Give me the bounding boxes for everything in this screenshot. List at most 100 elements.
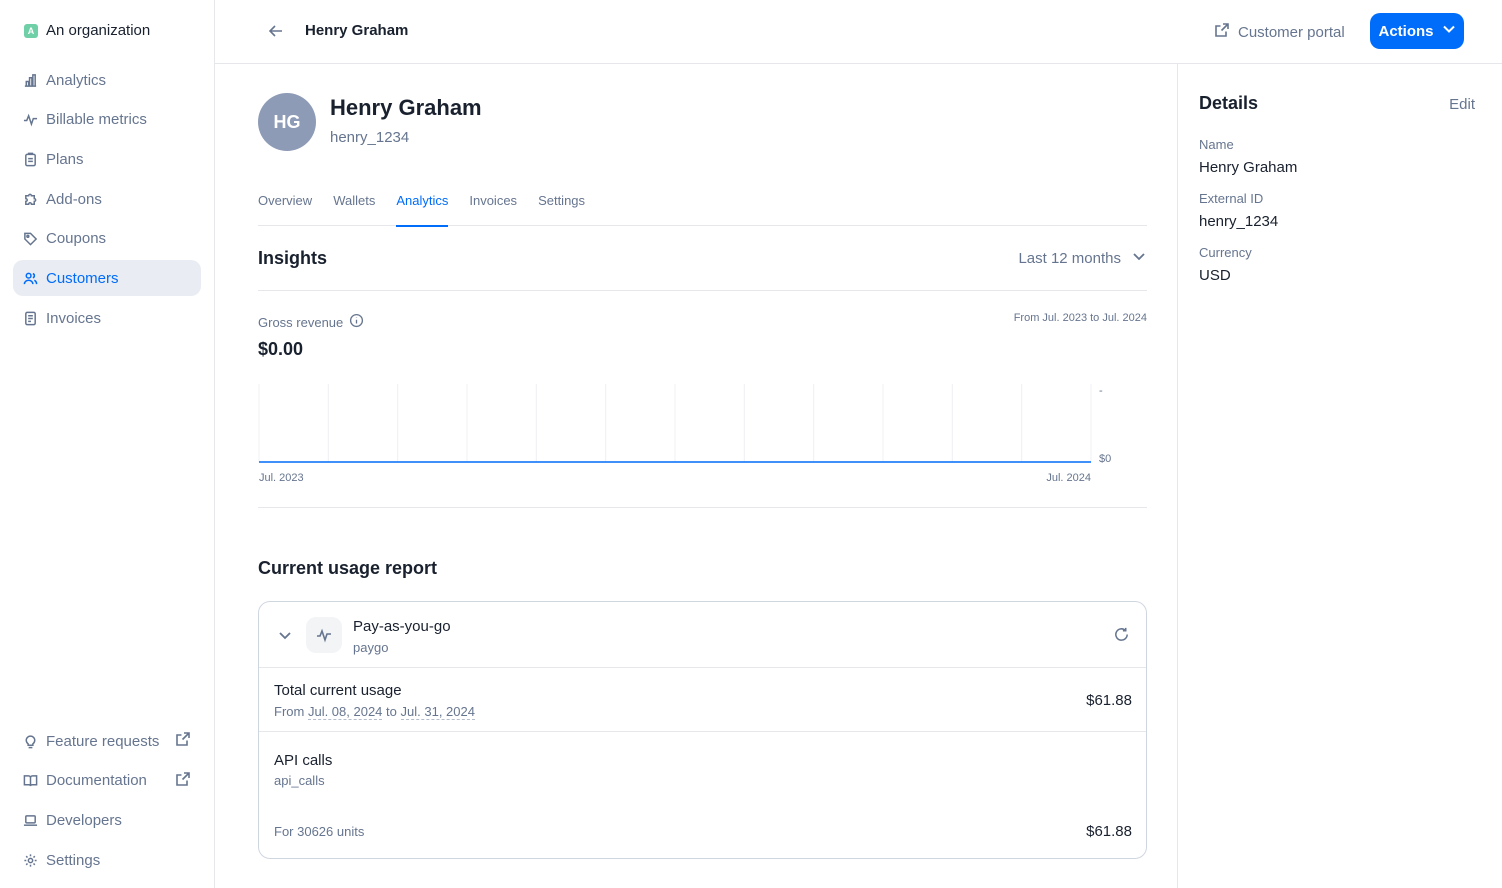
sidebar-item-analytics[interactable]: Analytics (13, 62, 201, 98)
revenue-chart-svg: Jul. 2023 Jul. 2024 - $0 (258, 384, 1111, 484)
sidebar-item-add-ons[interactable]: Add-ons (13, 181, 201, 217)
sidebar-item-invoices[interactable]: Invoices (13, 300, 201, 336)
edit-button[interactable]: Edit (1449, 96, 1475, 113)
bar-chart-icon (23, 73, 38, 88)
actions-button[interactable]: Actions (1370, 13, 1464, 49)
chevron-down-icon (1131, 248, 1147, 268)
external-link-icon (1214, 22, 1230, 42)
refresh-icon[interactable] (1113, 626, 1130, 643)
to-word: to (386, 704, 397, 719)
sidebar-item-label: Coupons (46, 230, 107, 248)
plan-header: Pay-as-you-go paygo (259, 602, 1146, 668)
divider (258, 290, 1147, 291)
gear-icon (23, 853, 38, 868)
detail-value-currency: USD (1199, 267, 1231, 284)
tag-icon (23, 231, 38, 246)
revenue-chart: Jul. 2023 Jul. 2024 - $0 (258, 382, 1147, 487)
external-link-icon (175, 771, 191, 791)
sidebar-item-label: Billable metrics (46, 111, 147, 129)
y-tick-label: $0 (1099, 453, 1111, 465)
document-icon (23, 311, 38, 326)
plan-code: paygo (353, 640, 389, 655)
sidebar-item-documentation[interactable]: Documentation (13, 763, 201, 799)
metric-amount: $61.88 (1086, 823, 1132, 840)
x-tick-label: Jul. 2024 (1046, 472, 1091, 484)
period-selector[interactable]: Last 12 months (1018, 248, 1147, 268)
pulse-icon (23, 112, 38, 127)
page-title: Henry Graham (305, 22, 409, 39)
usage-report-title: Current usage report (258, 558, 438, 578)
sidebar-item-label: Settings (46, 851, 101, 869)
tab-invoices[interactable]: Invoices (469, 190, 517, 226)
organization-name: An organization (46, 22, 151, 39)
book-icon (23, 773, 38, 788)
organization-logo: A (24, 23, 38, 38)
metric-name: API calls (274, 752, 333, 769)
sidebar-item-developers[interactable]: Developers (13, 802, 201, 838)
range-note: From Jul. 2023 to Jul. 2024 (1013, 312, 1147, 324)
laptop-icon (23, 813, 38, 828)
lightbulb-icon (23, 734, 38, 749)
tab-analytics[interactable]: Analytics (396, 190, 449, 227)
detail-label-external-id: External ID (1199, 191, 1264, 206)
sidebar-item-label: Customers (46, 269, 119, 287)
actions-label: Actions (1378, 22, 1434, 40)
sidebar-item-feature-requests[interactable]: Feature requests (13, 723, 201, 759)
back-arrow-icon[interactable] (267, 22, 285, 40)
customer-portal-link[interactable]: Customer portal (1214, 20, 1345, 44)
sidebar-item-coupons[interactable]: Coupons (13, 221, 201, 257)
total-usage-label: Total current usage (274, 682, 402, 699)
main-content: HG Henry Graham henry_1234 Overview Wall… (215, 64, 1177, 888)
total-usage-row: Total current usage From Jul. 08, 2024 t… (259, 668, 1146, 732)
gross-revenue-value: $0.00 (258, 339, 304, 359)
sidebar-item-label: Add-ons (46, 190, 102, 208)
organization-switcher[interactable]: A An organization (24, 22, 150, 39)
usage-card: Pay-as-you-go paygo Total current usage … (258, 601, 1147, 859)
details-panel: Details Edit Name Henry Graham External … (1177, 64, 1502, 888)
gross-revenue-label: Gross revenue (258, 313, 364, 331)
tab-settings[interactable]: Settings (538, 190, 585, 226)
to-date: Jul. 31, 2024 (400, 704, 475, 720)
details-title: Details (1199, 93, 1259, 113)
avatar: HG (258, 93, 316, 151)
chevron-down-icon[interactable] (276, 626, 294, 644)
detail-value-name: Henry Graham (1199, 159, 1298, 176)
sidebar-item-label: Invoices (46, 309, 102, 327)
from-prefix: From (274, 704, 305, 719)
chevron-down-icon (1442, 22, 1456, 40)
detail-label-currency: Currency (1199, 245, 1252, 260)
sidebar-item-label: Analytics (46, 71, 107, 89)
sidebar-item-label: Developers (46, 811, 122, 829)
sidebar: A An organization Analytics Billable met… (0, 0, 215, 888)
sidebar-item-plans[interactable]: Plans (13, 141, 201, 177)
period-label: Last 12 months (1018, 249, 1121, 267)
sidebar-item-settings[interactable]: Settings (13, 842, 201, 878)
total-usage-amount: $61.88 (1086, 692, 1132, 709)
main-nav: Analytics Billable metrics Plans Add-ons… (13, 62, 201, 340)
metric-label-text: Gross revenue (258, 314, 344, 330)
usage-period: From Jul. 08, 2024 to Jul. 31, 2024 (274, 704, 475, 720)
y-tick-label: - (1099, 385, 1103, 397)
x-tick-label: Jul. 2023 (259, 472, 304, 484)
tab-wallets[interactable]: Wallets (333, 190, 375, 226)
external-link-icon (175, 731, 191, 751)
pulse-icon (306, 617, 342, 653)
units-label: For 30626 units (274, 824, 365, 839)
detail-value-external-id: henry_1234 (1199, 213, 1279, 230)
sidebar-item-billable-metrics[interactable]: Billable metrics (13, 102, 201, 138)
clipboard-icon (23, 152, 38, 167)
tab-overview[interactable]: Overview (258, 190, 312, 226)
metric-usage-row: API calls api_calls For 30626 units $61.… (259, 733, 1146, 858)
info-icon[interactable] (349, 313, 364, 331)
divider (258, 507, 1147, 508)
puzzle-icon (23, 192, 38, 207)
customer-name: Henry Graham (330, 95, 482, 120)
customer-portal-label: Customer portal (1238, 23, 1345, 41)
sidebar-item-customers[interactable]: Customers (13, 260, 201, 297)
plan-name: Pay-as-you-go (353, 618, 451, 635)
footer-nav: Feature requests Documentation Developer… (13, 723, 201, 882)
sidebar-item-label: Plans (46, 150, 84, 168)
tab-bar: Overview Wallets Analytics Invoices Sett… (258, 190, 1147, 227)
sidebar-item-label: Feature requests (46, 732, 160, 750)
customer-external-id: henry_1234 (330, 129, 410, 146)
